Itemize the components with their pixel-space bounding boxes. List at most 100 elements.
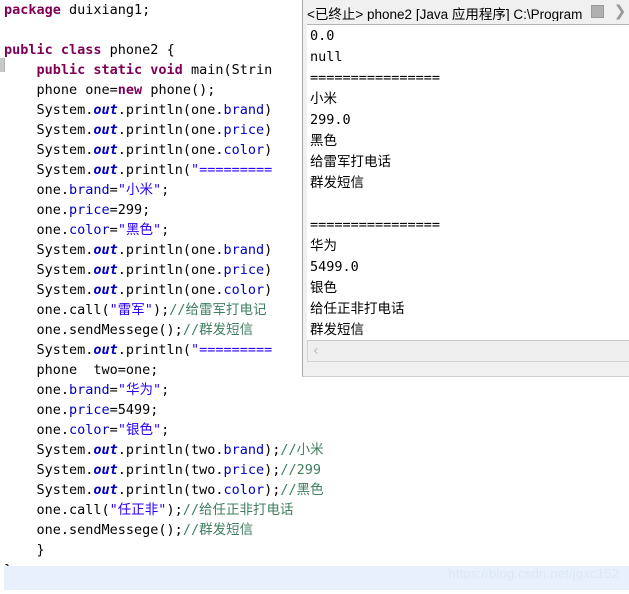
code-token: out: [93, 482, 118, 498]
console-output-line: 群发短信: [310, 175, 364, 191]
code-token: color: [69, 222, 110, 238]
console-output-line: 给雷军打电话: [310, 154, 391, 170]
code-token: //群发短信: [182, 322, 254, 338]
code-token: .println(one.: [117, 242, 224, 258]
code-token: "任正非": [109, 502, 167, 518]
code-token: color: [223, 142, 265, 158]
code-token: new: [117, 82, 151, 98]
code-token: out: [93, 122, 118, 138]
console-output-text: 0.0 null ================ 小米 299.0 黑色 给雷军打电话 群发…: [310, 26, 440, 340]
code-token: ;: [161, 382, 170, 398]
code-token: main(Strin: [190, 62, 273, 78]
code-token: price: [223, 462, 265, 478]
code-token: brand: [69, 182, 110, 198]
code-token: ;: [161, 182, 170, 198]
code-token: "=========: [190, 162, 273, 178]
code-token: System.: [4, 482, 94, 498]
console-output-line: 5499.0: [310, 259, 359, 275]
code-token: .println(: [117, 162, 191, 178]
code-token: one.: [4, 222, 70, 238]
code-token: =: [109, 182, 118, 198]
console-output-line: 银色: [310, 280, 337, 296]
code-token: "黑色": [117, 222, 162, 238]
code-token: System.: [4, 242, 94, 258]
code-token: );: [152, 302, 170, 318]
code-token: .println(two.: [117, 482, 224, 498]
console-output-line: [310, 194, 440, 215]
code-token: one.sendMessege();: [4, 522, 183, 538]
console-output-line: ================: [310, 217, 441, 233]
console-output-line: ================: [310, 70, 441, 86]
code-token: one.: [4, 422, 70, 438]
code-token: ;: [161, 422, 170, 438]
console-launch-title: <已终止> phone2 [Java 应用程序] C:\Program: [307, 7, 583, 21]
code-token: brand: [69, 382, 110, 398]
code-token: .println(: [117, 342, 191, 358]
code-token: .println(two.: [117, 442, 224, 458]
code-token: color: [69, 422, 110, 438]
code-line: System.out.println(two.brand);//小米: [4, 440, 629, 460]
console-output-line: 给任正非打电话: [310, 301, 405, 317]
code-token: .println(one.: [117, 282, 224, 298]
code-token: one.: [4, 402, 70, 418]
console-output-line: 0.0: [310, 28, 335, 44]
code-token: public static void: [36, 62, 191, 78]
code-token: duixiang1;: [69, 2, 151, 18]
console-output-line: 黑色: [310, 133, 337, 149]
code-token: System.: [4, 102, 94, 118]
code-token: out: [93, 282, 118, 298]
code-token: =: [109, 422, 118, 438]
code-token: .println(one.: [117, 102, 224, 118]
code-token: brand: [223, 242, 265, 258]
code-token: =: [109, 222, 118, 238]
code-line: one.price=5499;: [4, 400, 629, 420]
console-horizontal-scrollbar[interactable]: ‹: [307, 340, 629, 362]
code-token: .println(one.: [117, 142, 224, 158]
code-token: );: [264, 442, 281, 458]
code-token: one.: [4, 202, 70, 218]
code-token: phone one=: [4, 82, 118, 98]
code-token: ): [264, 262, 273, 278]
code-token: out: [93, 102, 118, 118]
code-token: price: [223, 262, 265, 278]
code-line: System.out.println(two.color);//黑色: [4, 480, 629, 500]
code-token: //黑色: [280, 482, 324, 498]
code-token: ): [264, 142, 273, 158]
code-line: one.call("任正非");//给任正非打电话: [4, 500, 629, 520]
code-token: phone();: [150, 82, 216, 98]
code-token: brand: [223, 442, 265, 458]
code-token: out: [93, 162, 118, 178]
code-line: one.color="银色";: [4, 420, 629, 440]
code-token: "雷军": [109, 302, 153, 318]
code-token: System.: [4, 442, 94, 458]
console-output-line: null: [310, 49, 343, 65]
code-token: //299: [280, 462, 322, 478]
code-token: .println(one.: [117, 122, 224, 138]
code-token: "小米": [117, 182, 162, 198]
console-output-line: 小米: [310, 91, 337, 107]
code-token: System.: [4, 342, 94, 358]
scroll-left-arrow-icon[interactable]: ‹: [313, 343, 319, 359]
code-token: out: [93, 242, 118, 258]
code-token: public class: [4, 42, 110, 58]
code-token: package: [4, 2, 70, 18]
code-token: //给任正非打电话: [182, 502, 294, 518]
console-output-line: 华为: [310, 238, 337, 254]
code-token: "华为": [117, 382, 162, 398]
console-output-line: 群发短信: [310, 322, 364, 338]
code-token: brand: [223, 102, 265, 118]
code-token: );: [264, 462, 281, 478]
code-token: one.sendMessege();: [4, 322, 183, 338]
code-token: //群发短信: [182, 522, 254, 538]
watermark-url: https://blog.csdn.net/jgxc152: [448, 566, 619, 581]
code-token: price: [69, 402, 110, 418]
code-token: price: [69, 202, 110, 218]
code-token: =: [109, 382, 118, 398]
console-panel[interactable]: ❯ <已终止> phone2 [Java 应用程序] C:\Program 0.…: [302, 0, 629, 377]
code-token: ): [264, 102, 273, 118]
code-token: out: [93, 442, 118, 458]
code-token: out: [93, 142, 118, 158]
console-output-area[interactable]: 0.0 null ================ 小米 299.0 黑色 给雷军打电话 群发…: [307, 24, 629, 340]
code-token: phone two=one;: [4, 362, 159, 378]
code-token: =5499;: [109, 402, 159, 418]
